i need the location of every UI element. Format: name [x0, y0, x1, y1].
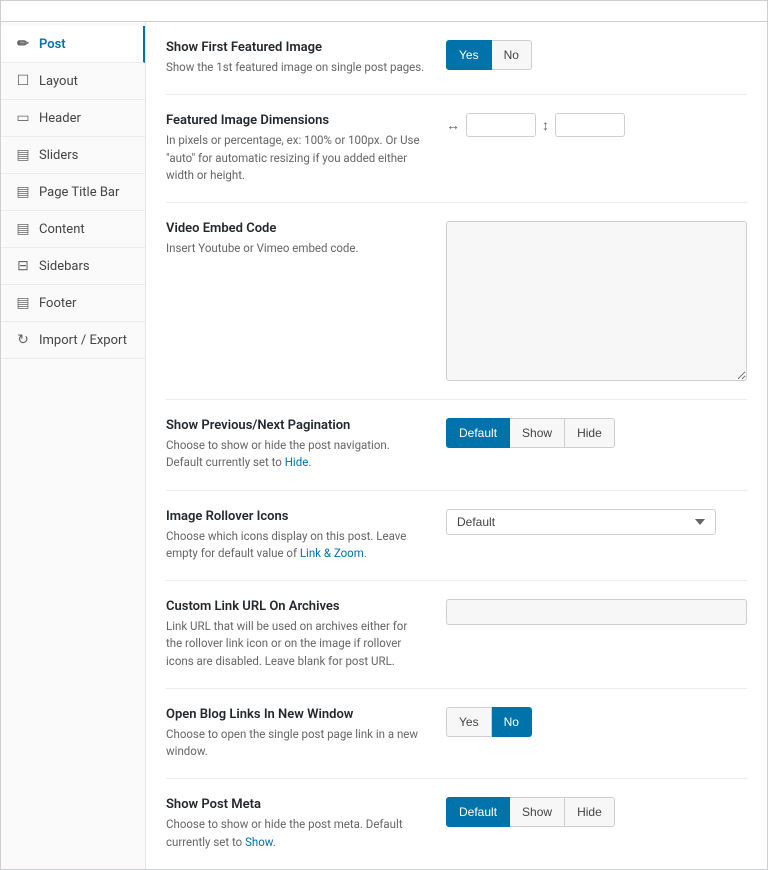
sidebar-item-content[interactable]: ▤ Content — [1, 211, 145, 248]
import-export-label: Import / Export — [39, 333, 127, 348]
yes-no-group-show-first-featured-image: YesNo — [446, 40, 532, 70]
sidebar-item-post[interactable]: ✏ Post — [1, 26, 145, 63]
dsf-group-show-prev-next-pagination: DefaultShowHide — [446, 418, 615, 448]
section-desc-open-blog-links: Choose to open the single post page link… — [166, 726, 426, 761]
section-show-first-featured-image: Show First Featured Image Show the 1st fe… — [166, 22, 747, 95]
section-desc-featured-image-dimensions: In pixels or percentage, ex: 100% or 100… — [166, 132, 426, 184]
section-video-embed-code: Video Embed Code Insert Youtube or Vimeo … — [166, 203, 747, 400]
section-title-open-blog-links: Open Blog Links In New Window — [166, 707, 426, 722]
text-input-custom-link-url[interactable] — [446, 599, 747, 625]
sidebar-item-footer[interactable]: ▤ Footer — [1, 285, 145, 322]
section-desc-show-post-meta: Choose to show or hide the post meta. De… — [166, 816, 426, 851]
section-label-open-blog-links: Open Blog Links In New Window Choose to o… — [166, 707, 426, 761]
header-icon: ▭ — [15, 110, 31, 126]
sidebar-item-page-title-bar[interactable]: ▤ Page Title Bar — [1, 174, 145, 211]
section-label-show-post-meta: Show Post Meta Choose to show or hide the… — [166, 797, 426, 851]
content-icon: ▤ — [15, 221, 31, 237]
section-label-featured-image-dimensions: Featured Image Dimensions In pixels or pe… — [166, 113, 426, 184]
fusion-page-options-panel: ✏ Post ☐ Layout ▭ Header ▤ Sliders ▤ Page Title B… — [0, 0, 768, 870]
layout-label: Layout — [39, 74, 78, 89]
section-label-video-embed-code: Video Embed Code Insert Youtube or Vimeo … — [166, 221, 426, 257]
default-button-show-post-meta[interactable]: Default — [446, 797, 510, 827]
section-control-image-rollover-icons: DefaultLinkZoomLink & ZoomNone — [446, 509, 747, 535]
section-custom-link-url: Custom Link URL On Archives Link URL that… — [166, 581, 747, 689]
content-label: Content — [39, 222, 85, 237]
height-input[interactable] — [555, 113, 625, 137]
section-desc-custom-link-url: Link URL that will be used on archives e… — [166, 618, 426, 670]
section-control-custom-link-url — [446, 599, 747, 625]
section-show-post-meta: Show Post Meta Choose to show or hide the… — [166, 779, 747, 869]
section-control-show-first-featured-image: YesNo — [446, 40, 747, 70]
section-control-show-post-meta: DefaultShowHide — [446, 797, 747, 827]
hide-button-show-prev-next-pagination[interactable]: Hide — [565, 418, 615, 448]
section-image-rollover-icons: Image Rollover Icons Choose which icons d… — [166, 491, 747, 582]
dim-group-featured-image-dimensions: ↔↕ — [446, 113, 625, 137]
section-label-show-prev-next-pagination: Show Previous/Next Pagination Choose to s… — [166, 418, 426, 472]
section-title-show-prev-next-pagination: Show Previous/Next Pagination — [166, 418, 426, 433]
hide-button-show-post-meta[interactable]: Hide — [565, 797, 615, 827]
footer-icon: ▤ — [15, 295, 31, 311]
section-title-custom-link-url: Custom Link URL On Archives — [166, 599, 426, 614]
section-desc-show-prev-next-pagination: Choose to show or hide the post navigati… — [166, 437, 426, 472]
post-label: Post — [39, 37, 66, 52]
yes-no-group-open-blog-links: YesNo — [446, 707, 532, 737]
footer-label: Footer — [39, 296, 76, 311]
show-button-show-post-meta[interactable]: Show — [510, 797, 565, 827]
sidebar-item-sidebars[interactable]: ⊟ Sidebars — [1, 248, 145, 285]
sliders-icon: ▤ — [15, 147, 31, 163]
yes-button-open-blog-links[interactable]: Yes — [446, 707, 492, 737]
layout-icon: ☐ — [15, 73, 31, 89]
header-label: Header — [39, 111, 81, 126]
embed-textarea-video-embed-code[interactable] — [446, 221, 747, 381]
dsf-group-show-post-meta: DefaultShowHide — [446, 797, 615, 827]
post-icon: ✏ — [15, 36, 31, 52]
section-title-image-rollover-icons: Image Rollover Icons — [166, 509, 426, 524]
section-desc-show-first-featured-image: Show the 1st featured image on single po… — [166, 59, 426, 76]
section-desc-link-image-rollover-icons[interactable]: Link & Zoom — [300, 546, 364, 560]
panel-body: ✏ Post ☐ Layout ▭ Header ▤ Sliders ▤ Page Title B… — [1, 22, 767, 869]
section-label-custom-link-url: Custom Link URL On Archives Link URL that… — [166, 599, 426, 670]
no-button-open-blog-links[interactable]: No — [492, 707, 532, 737]
section-title-show-first-featured-image: Show First Featured Image — [166, 40, 426, 55]
section-desc-link-show-post-meta[interactable]: Show — [245, 835, 273, 849]
dropdown-wrapper-image-rollover-icons: DefaultLinkZoomLink & ZoomNone — [446, 509, 716, 535]
section-show-prev-next-pagination: Show Previous/Next Pagination Choose to s… — [166, 400, 747, 491]
width-icon: ↔ — [446, 117, 460, 134]
sidebar-item-header[interactable]: ▭ Header — [1, 100, 145, 137]
section-desc-image-rollover-icons: Choose which icons display on this post.… — [166, 528, 426, 563]
section-featured-image-dimensions: Featured Image Dimensions In pixels or pe… — [166, 95, 747, 203]
height-icon: ↕ — [542, 117, 549, 134]
no-button-show-first-featured-image[interactable]: No — [492, 40, 532, 70]
yes-button-show-first-featured-image[interactable]: Yes — [446, 40, 492, 70]
section-label-image-rollover-icons: Image Rollover Icons Choose which icons d… — [166, 509, 426, 563]
dropdown-image-rollover-icons[interactable]: DefaultLinkZoomLink & ZoomNone — [446, 509, 716, 535]
sidebars-label: Sidebars — [39, 259, 90, 274]
import-export-icon: ↻ — [15, 332, 31, 348]
sidebar-item-import-export[interactable]: ↻ Import / Export — [1, 322, 145, 359]
section-control-show-prev-next-pagination: DefaultShowHide — [446, 418, 747, 448]
section-desc-link-show-prev-next-pagination[interactable]: Hide — [285, 455, 309, 469]
section-open-blog-links: Open Blog Links In New Window Choose to o… — [166, 689, 747, 780]
panel-header — [1, 1, 767, 22]
sidebar-item-layout[interactable]: ☐ Layout — [1, 63, 145, 100]
section-title-featured-image-dimensions: Featured Image Dimensions — [166, 113, 426, 128]
sidebar-item-sliders[interactable]: ▤ Sliders — [1, 137, 145, 174]
main-content: Show First Featured Image Show the 1st fe… — [146, 22, 767, 869]
section-desc-video-embed-code: Insert Youtube or Vimeo embed code. — [166, 240, 426, 257]
sliders-label: Sliders — [39, 148, 78, 163]
section-label-show-first-featured-image: Show First Featured Image Show the 1st fe… — [166, 40, 426, 76]
section-title-video-embed-code: Video Embed Code — [166, 221, 426, 236]
section-title-show-post-meta: Show Post Meta — [166, 797, 426, 812]
section-control-video-embed-code — [446, 221, 747, 381]
sidebar: ✏ Post ☐ Layout ▭ Header ▤ Sliders ▤ Page Title B… — [1, 22, 146, 869]
section-control-featured-image-dimensions: ↔↕ — [446, 113, 747, 137]
show-button-show-prev-next-pagination[interactable]: Show — [510, 418, 565, 448]
width-input[interactable] — [466, 113, 536, 137]
page-title-bar-icon: ▤ — [15, 184, 31, 200]
section-control-open-blog-links: YesNo — [446, 707, 747, 737]
default-button-show-prev-next-pagination[interactable]: Default — [446, 418, 510, 448]
page-title-bar-label: Page Title Bar — [39, 185, 119, 200]
sidebars-icon: ⊟ — [15, 258, 31, 274]
